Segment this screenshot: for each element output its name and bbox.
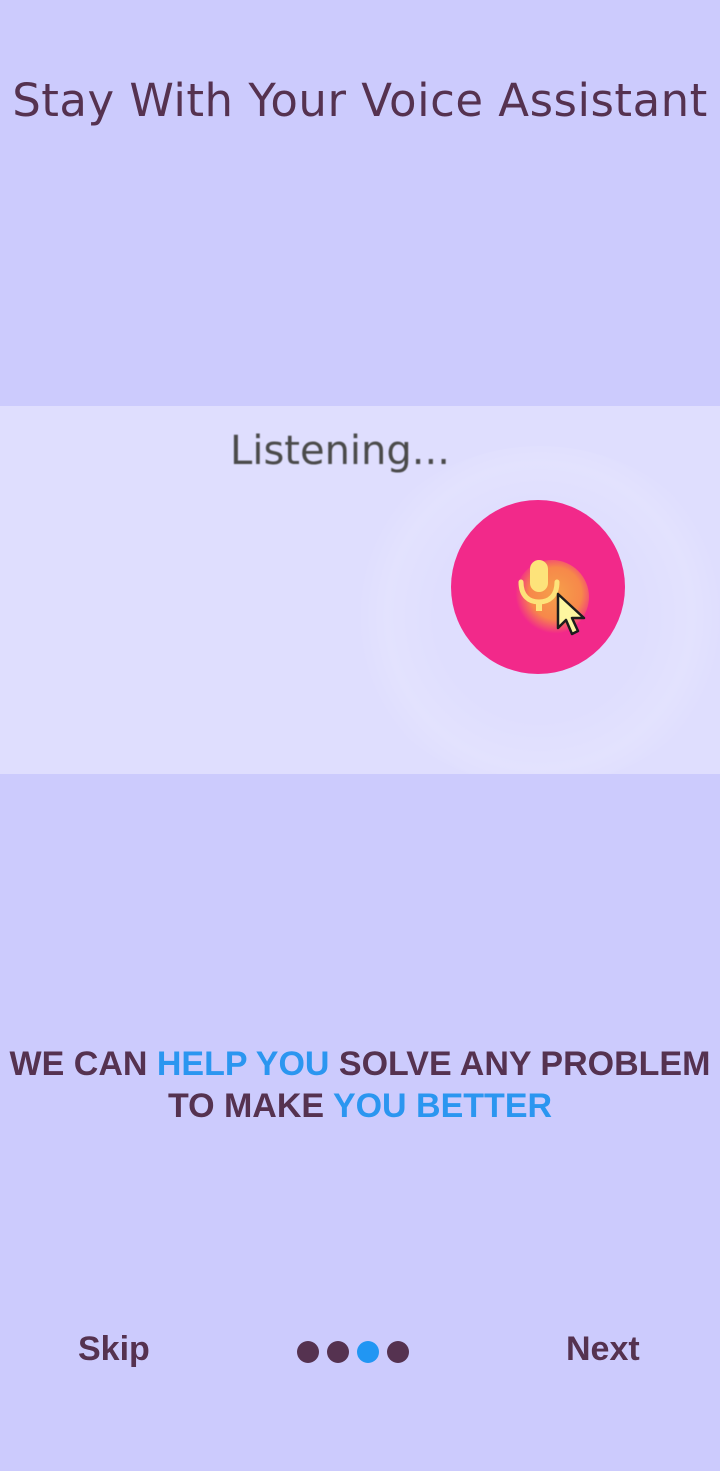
- tagline-text: TO MAKE: [167, 1087, 333, 1125]
- tagline-text: WE CAN: [9, 1045, 157, 1083]
- page-dot: [387, 1341, 409, 1363]
- cursor-icon: [556, 592, 586, 636]
- onboarding-illustration: Listening...: [0, 406, 720, 774]
- tagline-highlight: YOU BETTER: [332, 1087, 553, 1125]
- page-indicator: [297, 1341, 409, 1363]
- next-button[interactable]: Next: [566, 1330, 640, 1369]
- mic-button[interactable]: [451, 500, 625, 674]
- tagline-line-2: TO MAKE YOU BETTER: [0, 1085, 720, 1127]
- tagline-highlight: HELP YOU: [156, 1045, 330, 1083]
- page-title: Stay With Your Voice Assistant: [12, 74, 708, 127]
- page-dot: [327, 1341, 349, 1363]
- skip-button[interactable]: Skip: [78, 1330, 150, 1369]
- page-dot-active: [357, 1341, 379, 1363]
- tagline: WE CAN HELP YOU SOLVE ANY PROBLEM TO MAK…: [0, 1043, 720, 1127]
- tagline-line-1: WE CAN HELP YOU SOLVE ANY PROBLEM: [0, 1043, 720, 1085]
- listening-status: Listening...: [230, 428, 450, 474]
- page-dot: [297, 1341, 319, 1363]
- tagline-text: SOLVE ANY PROBLEM: [329, 1045, 711, 1083]
